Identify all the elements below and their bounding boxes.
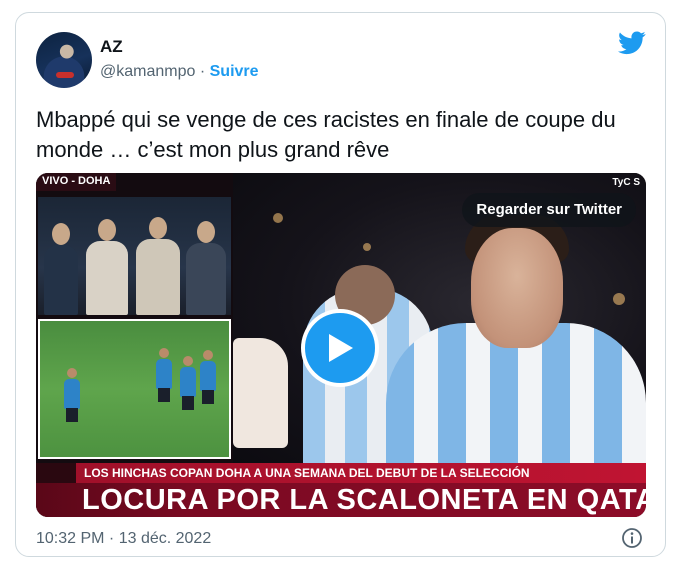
avatar[interactable] <box>36 32 92 88</box>
player <box>180 356 196 410</box>
play-button[interactable] <box>301 309 379 387</box>
watch-on-twitter-button[interactable]: Regarder sur Twitter <box>462 193 636 227</box>
tweet-text: Mbappé qui se venge de ces racistes en f… <box>36 107 616 162</box>
microphone-sign <box>233 338 288 448</box>
player <box>156 348 172 402</box>
fan-face <box>471 228 563 348</box>
studio-person <box>186 221 226 315</box>
live-label: VIVO - DOHA <box>36 173 117 191</box>
split-screen-left: VIVO - DOHA <box>36 173 233 463</box>
author-meta: @kamanmpo · Suivre <box>100 63 259 81</box>
meta-separator: · <box>199 63 206 80</box>
studio-person <box>44 223 78 315</box>
tweet-timestamp[interactable]: 10:32 PM · 13 déc. 2022 <box>36 530 211 548</box>
video-player[interactable]: VIVO - DOHA TyC S Regarder sur Twitter L… <box>36 173 646 517</box>
player <box>64 368 80 422</box>
ticker-subheadline: LOS HINCHAS COPAN DOHA A UNA SEMANA DEL … <box>76 463 646 483</box>
tweet-card: AZ @kamanmpo · Suivre Mbappé qui se veng… <box>15 12 666 557</box>
training-pitch <box>38 319 231 459</box>
studio-shot <box>38 197 231 315</box>
twitter-bird-icon[interactable] <box>618 31 646 55</box>
player <box>200 350 216 404</box>
info-icon[interactable] <box>621 527 643 549</box>
studio-person <box>136 217 180 315</box>
channel-logo: TyC S <box>612 177 640 188</box>
ticker-headline: LOCURA POR LA SCALONETA EN QATA <box>36 483 646 517</box>
author-name[interactable]: AZ <box>100 37 123 57</box>
play-icon <box>329 334 353 362</box>
author-handle[interactable]: @kamanmpo <box>100 63 195 80</box>
follow-button[interactable]: Suivre <box>210 63 259 80</box>
studio-person <box>86 219 128 315</box>
